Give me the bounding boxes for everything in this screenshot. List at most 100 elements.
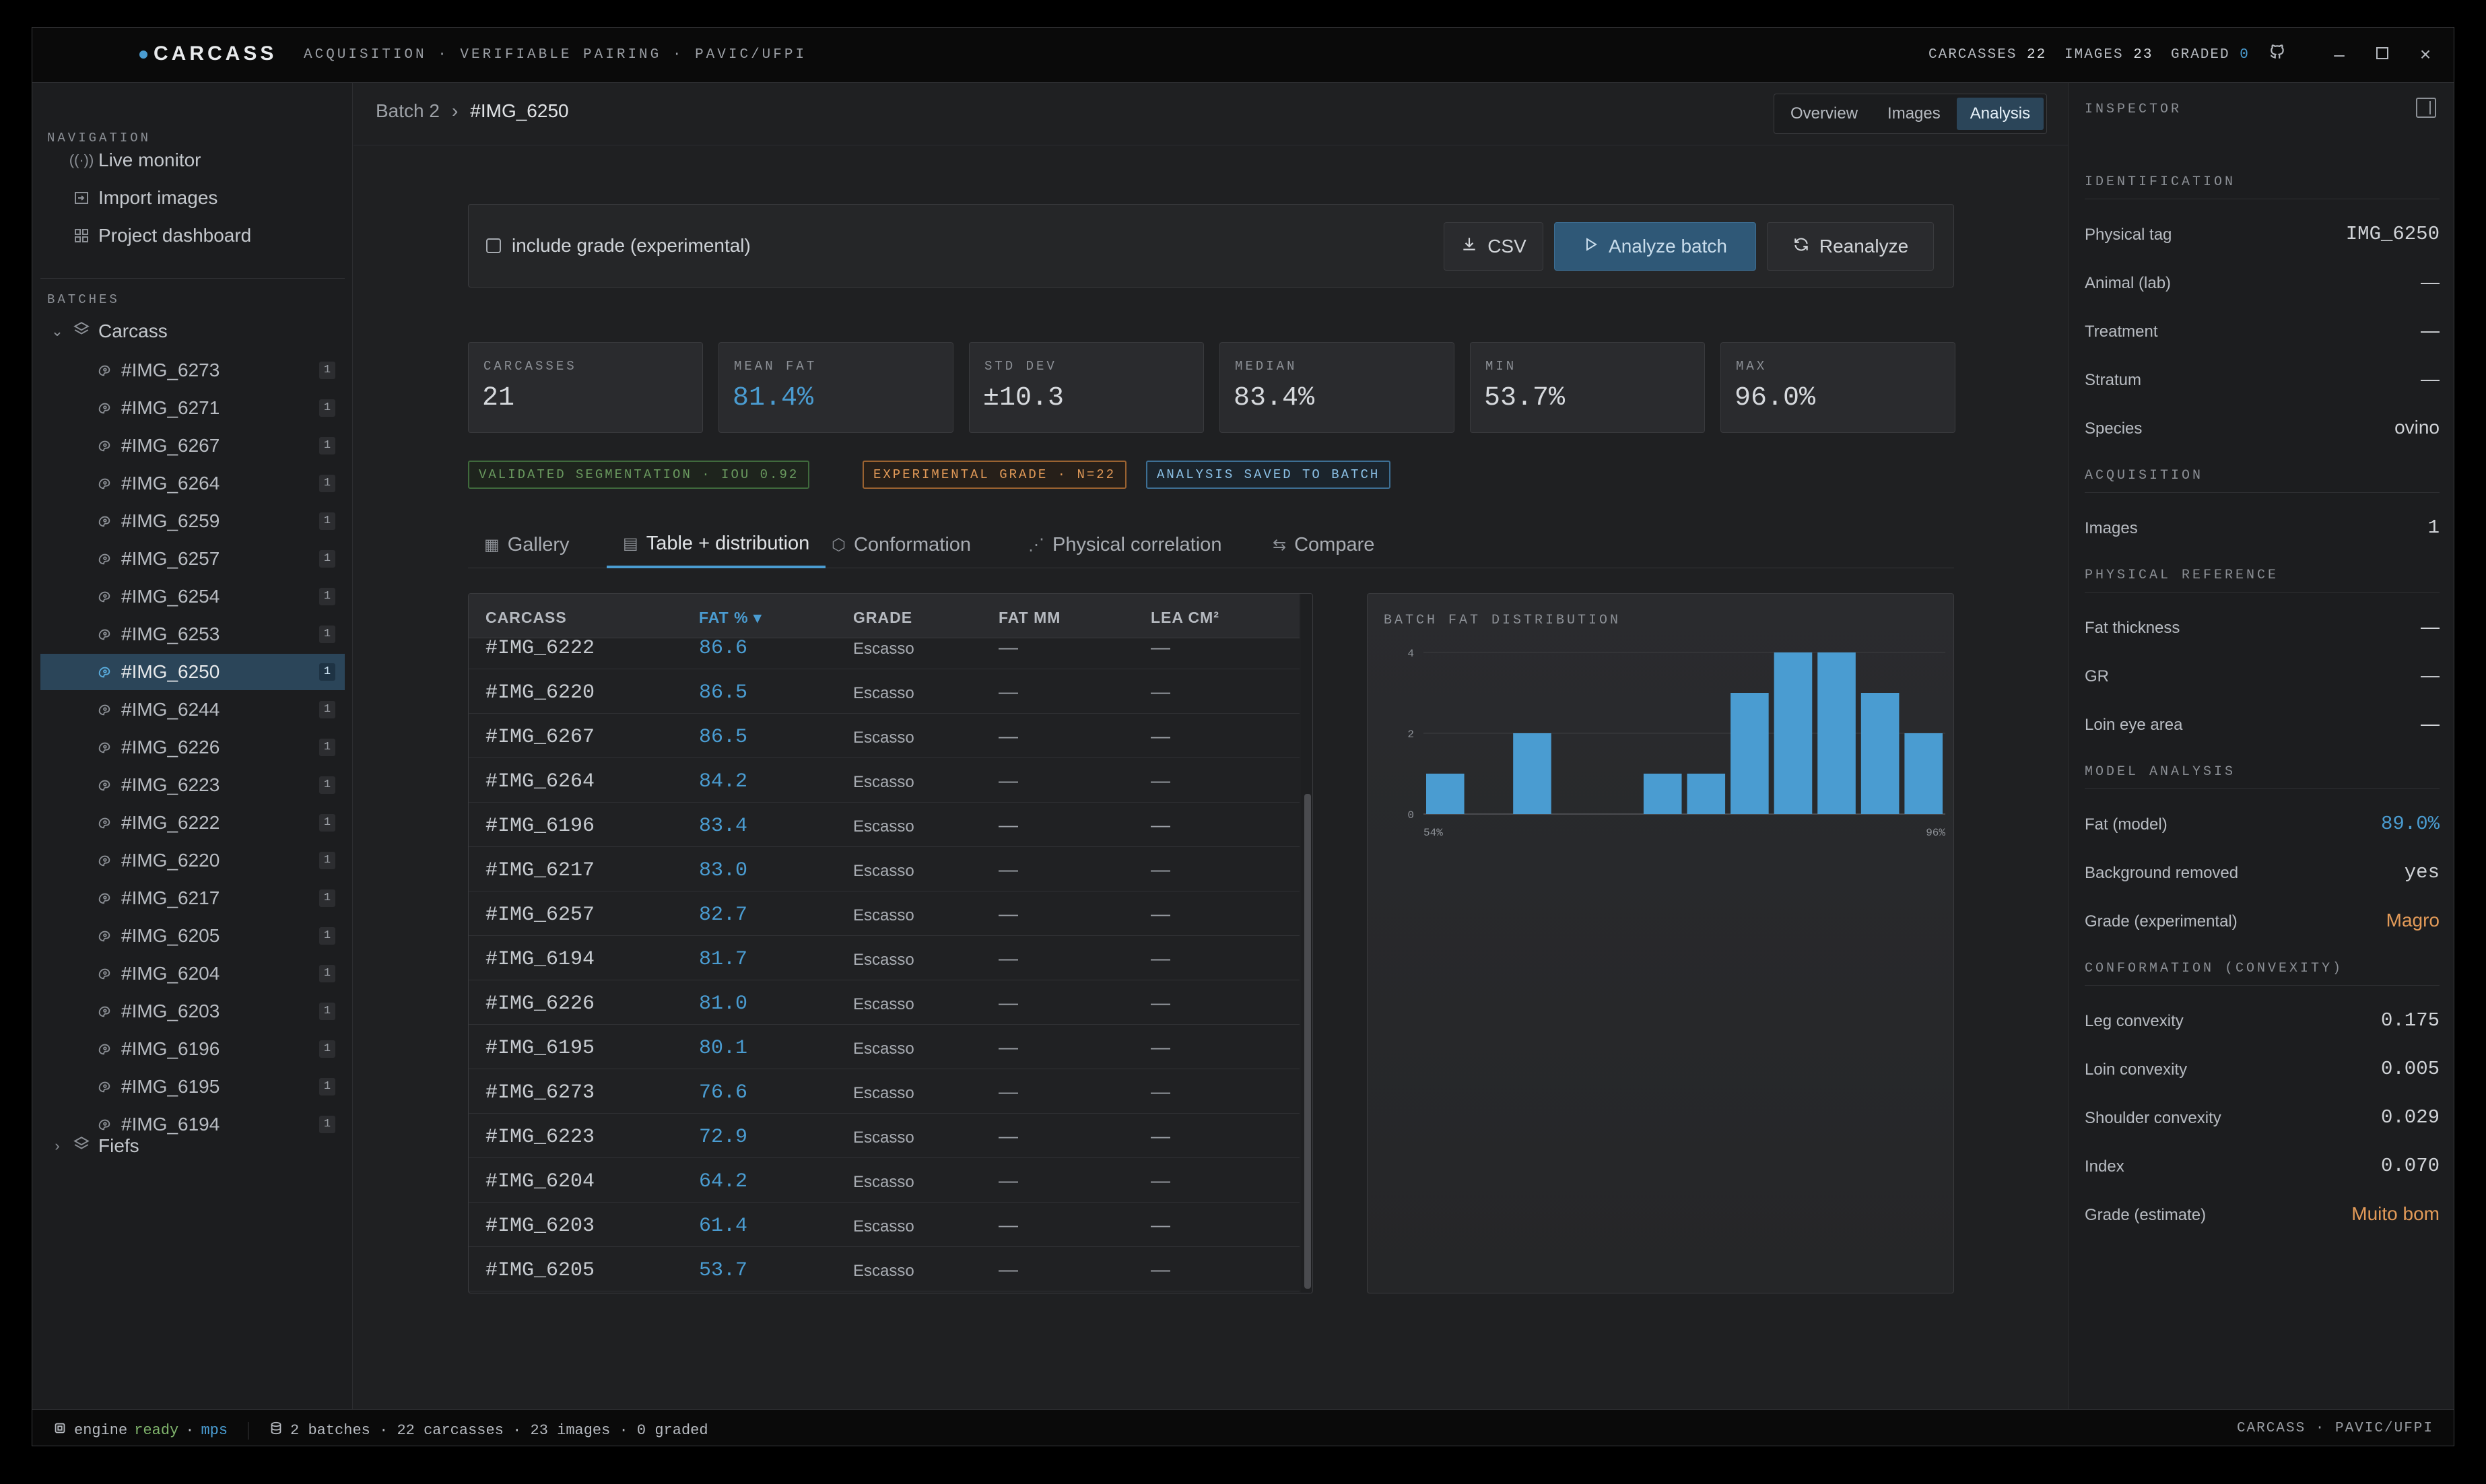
sidebar-item-carcass[interactable]: #IMG_6203 1: [40, 993, 345, 1030]
nav-live-monitor[interactable]: ((·)) Live monitor: [69, 145, 201, 176]
table-row[interactable]: #IMG_6205 53.7 Escasso — —: [469, 1247, 1300, 1291]
col-fat-percent[interactable]: FAT % ▾: [699, 609, 762, 627]
table-row[interactable]: #IMG_6194 81.7 Escasso — —: [469, 936, 1300, 980]
carcass-label: #IMG_6195: [121, 1076, 220, 1097]
sidebar-item-carcass[interactable]: #IMG_6271 1: [40, 390, 345, 426]
sidebar-item-carcass[interactable]: #IMG_6196 1: [40, 1031, 345, 1067]
image-count-badge: 1: [319, 588, 335, 605]
histogram-bar[interactable]: [1774, 652, 1813, 814]
inspector-value: 1: [2427, 516, 2440, 539]
col-grade[interactable]: GRADE: [853, 609, 912, 627]
sidebar-item-carcass[interactable]: #IMG_6250 1: [40, 654, 345, 690]
col-fat-mm[interactable]: FAT MM: [999, 609, 1061, 627]
cell-lea: —: [1151, 770, 1170, 792]
maximize-icon[interactable]: [2370, 42, 2394, 67]
sidebar-item-carcass[interactable]: #IMG_6226 1: [40, 729, 345, 766]
histogram-bar[interactable]: [1643, 774, 1682, 814]
tab-gallery[interactable]: ▦ Gallery: [484, 521, 570, 568]
sidebar-item-carcass[interactable]: #IMG_6254 1: [40, 578, 345, 615]
table-row[interactable]: #IMG_6195 80.1 Escasso — —: [469, 1025, 1300, 1069]
sidebar-item-carcass[interactable]: #IMG_6195 1: [40, 1069, 345, 1105]
breadcrumb-parent[interactable]: Batch 2: [376, 100, 440, 122]
sidebar-item-carcass[interactable]: #IMG_6273 1: [40, 352, 345, 389]
close-icon[interactable]: ×: [2413, 42, 2438, 67]
image-count-badge: 1: [319, 512, 335, 530]
histogram-bar[interactable]: [1687, 774, 1726, 814]
batch-carcass[interactable]: ⌄ Carcass: [50, 316, 168, 347]
cell-carcass: #IMG_6264: [485, 770, 595, 793]
nav-import-images[interactable]: Import images: [73, 182, 217, 213]
histogram-bar[interactable]: [1817, 652, 1856, 814]
carcass-label: #IMG_6244: [121, 699, 220, 720]
table-row[interactable]: #IMG_6203 61.4 Escasso — —: [469, 1203, 1300, 1247]
table-row[interactable]: #IMG_6226 81.0 Escasso — —: [469, 980, 1300, 1025]
analyze-batch-button[interactable]: Analyze batch: [1554, 222, 1756, 271]
inspector-panel: INSPECTOR IDENTIFICATION Physical tag IMG_…: [2068, 83, 2454, 1409]
inspector-label: Loin eye area: [2085, 716, 2183, 734]
tab-table-distribution[interactable]: ▤ Table + distribution: [607, 521, 826, 568]
cell-grade: Escasso: [853, 951, 914, 969]
include-grade-label[interactable]: include grade (experimental): [512, 235, 751, 257]
inspector-section-heading: CONFORMATION (CONVEXITY): [2085, 961, 2344, 976]
table-row[interactable]: #IMG_6196 83.4 Escasso — —: [469, 803, 1300, 847]
sidebar-item-carcass[interactable]: #IMG_6267 1: [40, 428, 345, 464]
sidebar-item-carcass[interactable]: #IMG_6204 1: [40, 955, 345, 992]
table-row[interactable]: #IMG_6267 86.5 Escasso — —: [469, 714, 1300, 758]
col-carcass[interactable]: CARCASS: [485, 609, 567, 627]
table-row[interactable]: #IMG_6257 82.7 Escasso — —: [469, 891, 1300, 936]
tab-compare[interactable]: ⇆ Compare: [1273, 521, 1374, 568]
histogram-bar[interactable]: [1426, 774, 1465, 814]
table-row[interactable]: #IMG_6220 86.5 Escasso — —: [469, 669, 1300, 714]
col-lea[interactable]: LEA CM²: [1151, 609, 1219, 627]
github-icon[interactable]: [2265, 42, 2289, 67]
sidebar-item-carcass[interactable]: #IMG_6253 1: [40, 616, 345, 652]
kpi-value: 96.0%: [1735, 383, 1816, 413]
carcass-icon: [96, 889, 113, 907]
y-tick-label: 4: [1407, 648, 1414, 660]
image-count-badge: 1: [319, 1003, 335, 1020]
tab-overview[interactable]: Overview: [1777, 98, 1871, 130]
tab-images[interactable]: Images: [1874, 98, 1954, 130]
table-row[interactable]: #IMG_6264 84.2 Escasso — —: [469, 758, 1300, 803]
nav-project-dashboard[interactable]: Project dashboard: [73, 220, 251, 251]
kpi-label: MEDIAN: [1235, 359, 1298, 374]
batch-fiefs[interactable]: › Fiefs: [50, 1131, 139, 1161]
sidebar-item-carcass[interactable]: #IMG_6264 1: [40, 465, 345, 502]
sidebar-item-carcass[interactable]: #IMG_6217 1: [40, 880, 345, 916]
sidebar-item-carcass[interactable]: #IMG_6222 1: [40, 805, 345, 841]
sidebar-item-carcass[interactable]: #IMG_6257 1: [40, 541, 345, 577]
csv-button[interactable]: CSV: [1444, 222, 1543, 271]
tab-conformation[interactable]: ⬡ Conformation: [832, 521, 971, 568]
sidebar-item-carcass[interactable]: #IMG_6205 1: [40, 918, 345, 954]
table-scroll-thumb[interactable]: [1304, 794, 1311, 1289]
breadcrumb-current: #IMG_6250: [470, 100, 569, 121]
nav-label: Live monitor: [98, 149, 201, 170]
table-row[interactable]: #IMG_6204 64.2 Escasso — —: [469, 1158, 1300, 1203]
panel-collapse-icon[interactable]: [2416, 98, 2436, 118]
histogram-bar[interactable]: [1731, 693, 1769, 814]
analyze-label: Analyze batch: [1609, 236, 1727, 257]
table-row[interactable]: #IMG_6217 83.0 Escasso — —: [469, 847, 1300, 891]
cell-carcass: #IMG_6196: [485, 815, 595, 838]
tab-label: Table + distribution: [646, 532, 810, 554]
table-row[interactable]: #IMG_6223 72.9 Escasso — —: [469, 1114, 1300, 1158]
sidebar-item-carcass[interactable]: #IMG_6223 1: [40, 767, 345, 803]
reanalyze-button[interactable]: Reanalyze: [1767, 222, 1934, 271]
table-row[interactable]: #IMG_6222 86.6 Escasso — —: [469, 625, 1300, 669]
tab-physical-correlation[interactable]: ⋰ Physical correlation: [1028, 521, 1221, 568]
cell-carcass: #IMG_6194: [485, 948, 595, 971]
histogram-bar[interactable]: [1860, 693, 1900, 814]
sidebar-item-carcass[interactable]: #IMG_6244 1: [40, 692, 345, 728]
minimize-icon[interactable]: –: [2327, 42, 2351, 67]
sidebar-item-carcass[interactable]: #IMG_6220 1: [40, 842, 345, 879]
cell-grade: Escasso: [853, 1217, 914, 1236]
segmentation-badge: VALIDATED SEGMENTATION · IOU 0.92: [468, 461, 810, 489]
inspector-value: IMG_6250: [2345, 223, 2440, 245]
histogram-bar[interactable]: [1513, 733, 1551, 814]
histogram-bar[interactable]: [1904, 733, 1943, 814]
include-grade-checkbox[interactable]: [486, 238, 501, 253]
kpi-label: MEAN FAT: [734, 359, 817, 374]
table-row[interactable]: #IMG_6273 76.6 Escasso — —: [469, 1069, 1300, 1114]
tab-analysis[interactable]: Analysis: [1956, 98, 2044, 130]
sidebar-item-carcass[interactable]: #IMG_6259 1: [40, 503, 345, 539]
